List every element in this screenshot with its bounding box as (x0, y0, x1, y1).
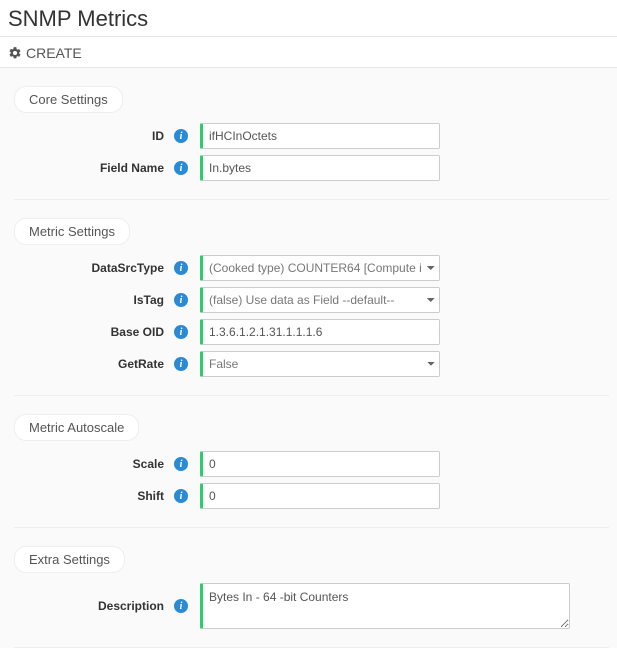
section-metric-settings: Metric Settings DataSrcType i (Cooked ty… (14, 218, 609, 396)
label-scale: Scale (34, 457, 174, 471)
section-title-autoscale: Metric Autoscale (14, 414, 139, 441)
section-metric-autoscale: Metric Autoscale Scale i Shift i (14, 414, 609, 528)
select-datasrctype[interactable]: (Cooked type) COUNTER64 [Compute incr (200, 255, 440, 281)
label-description: Description (34, 599, 174, 613)
info-icon[interactable]: i (174, 129, 188, 143)
info-icon[interactable]: i (174, 293, 188, 307)
section-extra-settings: Extra Settings Description i Bytes In - … (14, 546, 609, 648)
info-icon[interactable]: i (174, 357, 188, 371)
textarea-description[interactable]: Bytes In - 64 -bit Counters (200, 583, 570, 629)
info-icon[interactable]: i (174, 325, 188, 339)
select-getrate[interactable]: False (200, 351, 440, 377)
input-id[interactable] (200, 123, 440, 149)
label-baseoid: Base OID (34, 325, 174, 339)
input-shift[interactable] (200, 483, 440, 509)
create-label: CREATE (26, 45, 82, 61)
input-field-name[interactable] (200, 155, 440, 181)
input-scale[interactable] (200, 451, 440, 477)
label-datasrctype: DataSrcType (34, 261, 174, 275)
label-id: ID (34, 129, 174, 143)
input-baseoid[interactable] (200, 319, 440, 345)
section-title-core: Core Settings (14, 86, 123, 113)
label-istag: IsTag (34, 293, 174, 307)
label-field-name: Field Name (34, 161, 174, 175)
select-istag[interactable]: (false) Use data as Field --default-- (200, 287, 440, 313)
info-icon[interactable]: i (174, 161, 188, 175)
section-core-settings: Core Settings ID i Field Name i (14, 86, 609, 200)
info-icon[interactable]: i (174, 599, 188, 613)
create-action[interactable]: CREATE (0, 37, 617, 68)
info-icon[interactable]: i (174, 261, 188, 275)
info-icon[interactable]: i (174, 457, 188, 471)
section-title-extra: Extra Settings (14, 546, 125, 573)
page-title: SNMP Metrics (0, 0, 617, 37)
gear-icon (8, 46, 22, 60)
info-icon[interactable]: i (174, 489, 188, 503)
label-getrate: GetRate (34, 357, 174, 371)
label-shift: Shift (34, 489, 174, 503)
section-title-metric: Metric Settings (14, 218, 130, 245)
